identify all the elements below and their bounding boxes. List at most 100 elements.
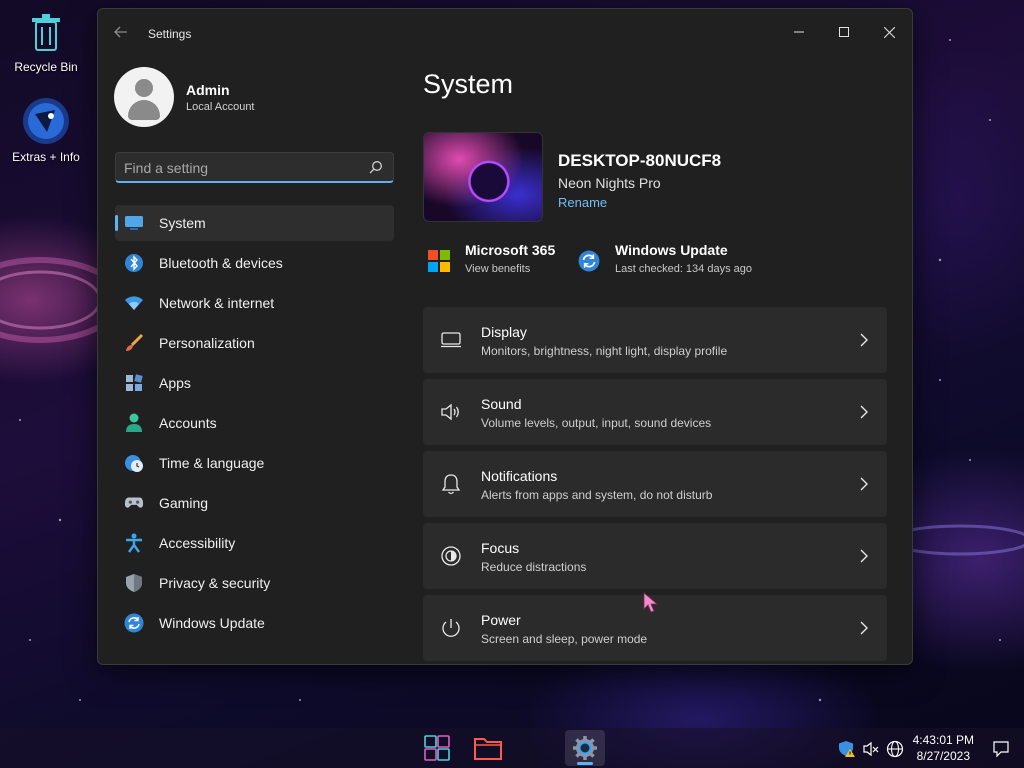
network-tray-button[interactable] [886,740,904,758]
volume-tray-button[interactable] [862,740,880,758]
card-title: Display [481,324,527,340]
security-tray-button[interactable] [838,740,856,758]
start-button[interactable] [417,730,457,766]
chevron-right-icon [860,333,868,347]
sidebar-item-label: Accounts [159,415,217,431]
update-icon [578,250,600,272]
card-subtitle: Alerts from apps and system, do not dist… [481,488,713,502]
device-model: Neon Nights Pro [558,175,661,191]
sidebar-item-gaming[interactable]: Gaming [115,485,394,521]
sidebar-item-windows-update[interactable]: Windows Update [115,605,394,641]
shield-icon [124,573,144,593]
sidebar-item-personalization[interactable]: Personalization [115,325,394,361]
search-icon[interactable] [369,160,383,174]
wifi-icon [124,293,144,313]
search-box[interactable] [115,152,394,183]
quick-link-title: Microsoft 365 [465,242,556,258]
clock-time: 4:43:01 PM [912,733,974,747]
sidebar-item-label: Personalization [159,335,255,351]
volume-muted-icon [863,741,879,757]
sidebar-item-time-language[interactable]: Time & language [115,445,394,481]
security-warning-icon [839,741,855,757]
search-input[interactable] [124,158,359,178]
clock-date: 8/27/2023 [916,749,970,763]
card-notifications[interactable]: Notifications Alerts from apps and syste… [423,451,887,517]
device-name: DESKTOP-80NUCF8 [558,151,722,170]
person-icon [124,413,144,433]
notification-icon [993,741,1009,758]
card-subtitle: Screen and sleep, power mode [481,632,648,646]
sidebar-item-apps[interactable]: Apps [115,365,394,401]
recycle-bin-icon [32,14,60,51]
card-focus[interactable]: Focus Reduce distractions [423,523,887,589]
profile-name: Admin [186,81,230,98]
card-subtitle: Volume levels, output, input, sound devi… [481,416,712,430]
sidebar-item-bluetooth[interactable]: Bluetooth & devices [115,245,394,281]
sidebar-item-label: Privacy & security [159,575,271,591]
sidebar-item-label: Time & language [159,455,265,471]
sidebar-item-label: Bluetooth & devices [159,255,283,271]
close-icon [883,26,895,38]
monitor-icon [439,328,463,352]
device-wallpaper-thumbnail[interactable] [423,132,543,222]
maximize-button[interactable] [827,17,861,47]
quick-link-subtitle: View benefits [465,263,531,275]
file-explorer-button[interactable] [468,730,508,766]
taskbar: 4:43:01 PM 8/27/2023 [0,728,1024,768]
power-icon [439,616,463,640]
desktop-icon-label: Extras + Info [12,150,80,164]
extras-icon [23,98,69,144]
focus-icon [439,544,463,568]
microsoft-365-link[interactable]: Microsoft 365 View benefits [428,242,555,275]
user-profile[interactable]: Admin Local Account [114,67,255,127]
start-icon [424,735,450,761]
rename-link[interactable]: Rename [558,195,607,210]
minimize-button[interactable] [782,17,816,47]
card-subtitle: Monitors, brightness, night light, displ… [481,344,728,358]
card-display[interactable]: Display Monitors, brightness, night ligh… [423,307,887,373]
settings-icon [573,736,597,760]
avatar [114,67,174,127]
sidebar-item-label: Gaming [159,495,209,511]
update-icon [124,613,144,633]
sidebar-item-label: System [159,215,206,231]
chevron-right-icon [860,549,868,563]
microsoft-logo-icon [428,250,450,272]
sidebar-item-accessibility[interactable]: Accessibility [115,525,394,561]
card-title: Notifications [481,468,558,484]
notification-center-button[interactable] [992,740,1010,758]
sidebar-item-system[interactable]: System [115,205,394,241]
sidebar-item-label: Windows Update [159,615,265,631]
brush-icon [124,333,144,353]
clock[interactable]: 4:43:01 PM 8/27/2023 [913,732,974,764]
window-title: Settings [148,27,192,41]
sidebar-item-label: Accessibility [159,535,236,551]
desktop-icon-extras[interactable]: Extras + Info [6,96,86,164]
chevron-right-icon [860,477,868,491]
windows-update-link[interactable]: Windows Update Last checked: 134 days ag… [578,242,752,275]
sidebar-item-label: Apps [159,375,191,391]
quick-link-title: Windows Update [615,242,728,258]
globe-clock-icon [124,453,144,473]
close-button[interactable] [872,17,906,47]
settings-taskbar-button[interactable] [565,730,605,766]
sidebar-item-accounts[interactable]: Accounts [115,405,394,441]
mouse-cursor-icon [643,592,659,613]
system-icon [124,213,144,233]
title-bar: Settings [98,9,912,57]
sidebar-item-privacy[interactable]: Privacy & security [115,565,394,601]
sidebar-item-label: Network & internet [159,295,275,311]
sidebar-item-network[interactable]: Network & internet [115,285,394,321]
maximize-icon [839,27,849,37]
file-explorer-icon [474,738,502,760]
desktop-icon-recycle-bin[interactable]: Recycle Bin [6,12,86,74]
card-title: Focus [481,540,520,556]
apps-icon [124,373,144,393]
card-title: Power [481,612,521,628]
chevron-right-icon [860,621,868,635]
network-globe-icon [886,740,904,758]
card-sound[interactable]: Sound Volume levels, output, input, soun… [423,379,887,445]
settings-window: Settings Admin Local Account Find a sett… [97,8,913,665]
back-arrow-icon[interactable] [114,25,130,41]
profile-account-type: Local Account [186,100,255,113]
